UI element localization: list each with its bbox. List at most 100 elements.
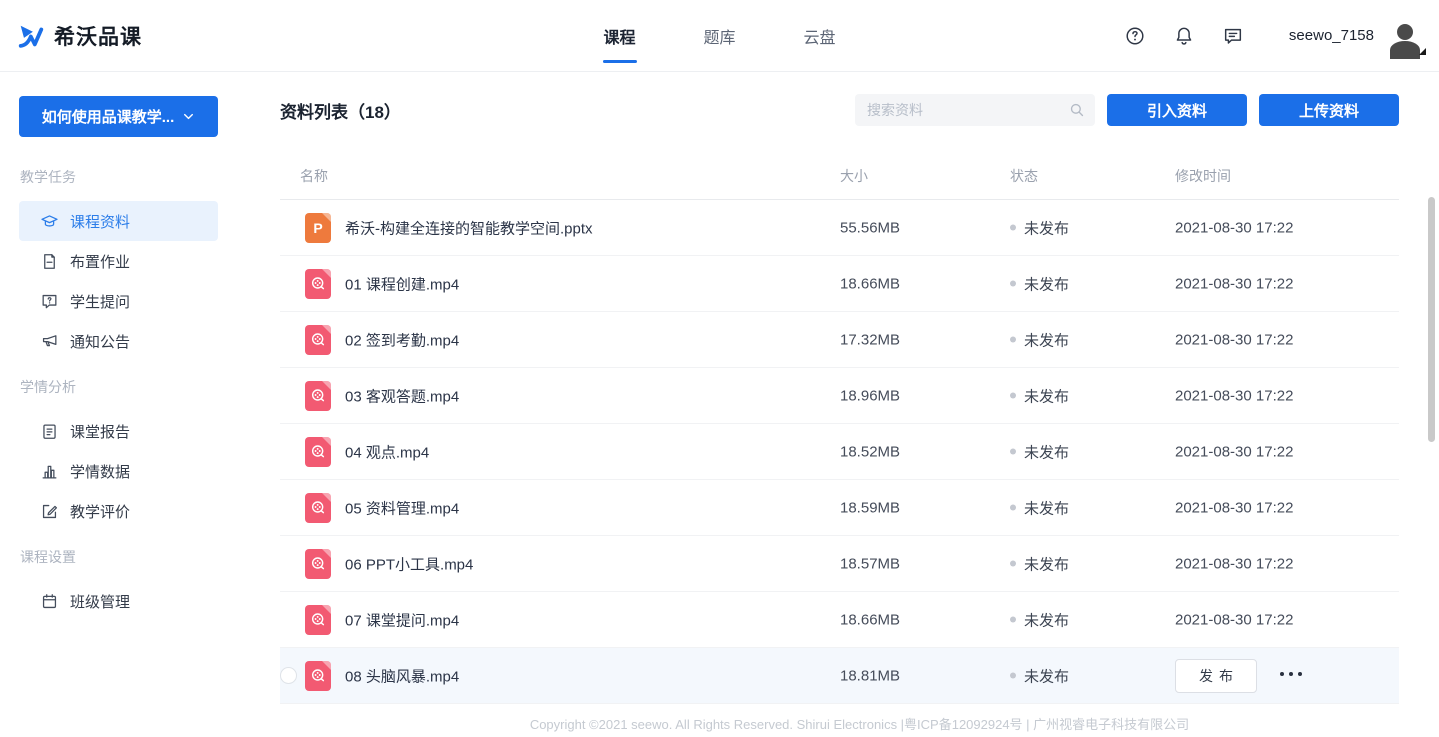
sidebar-item-class-reports[interactable]: 课堂报告 bbox=[19, 411, 218, 451]
column-size: 大小 bbox=[840, 166, 868, 186]
sidebar-item-label: 布置作业 bbox=[70, 251, 130, 272]
sidebar-item-label: 通知公告 bbox=[70, 331, 130, 352]
video-file-icon bbox=[305, 493, 331, 523]
toolbar: 引入资料 上传资料 bbox=[855, 94, 1399, 126]
modified-time: 2021-08-30 17:22 bbox=[1175, 555, 1293, 572]
chevron-down-icon bbox=[182, 110, 195, 123]
table-row[interactable]: 08 头脑风暴.mp418.81MB未发布发布 bbox=[280, 648, 1399, 704]
search-input[interactable] bbox=[855, 94, 1095, 126]
sidebar-item-label: 班级管理 bbox=[70, 591, 130, 612]
file-size: 18.52MB bbox=[840, 443, 900, 460]
status-badge: 未发布 bbox=[1010, 441, 1069, 462]
top-header: 希沃品课 课程题库云盘 seewo_7158 bbox=[0, 0, 1439, 72]
column-status: 状态 bbox=[1010, 166, 1038, 186]
tab-cloud-drive[interactable]: 云盘 bbox=[804, 0, 836, 72]
video-file-icon bbox=[305, 549, 331, 579]
course-switch-label: 如何使用品课教学... bbox=[42, 106, 175, 127]
search-box bbox=[855, 94, 1095, 126]
status-badge: 未发布 bbox=[1010, 665, 1069, 686]
file-name: 04 观点.mp4 bbox=[345, 441, 429, 462]
materials-table: 名称 大小 状态 修改时间 P希沃-构建全连接的智能教学空间.pptx55.56… bbox=[280, 154, 1399, 704]
video-file-icon bbox=[305, 437, 331, 467]
sidebar-item-class-management[interactable]: 班级管理 bbox=[19, 581, 218, 621]
file-name: 05 资料管理.mp4 bbox=[345, 497, 459, 518]
file-name: 02 签到考勤.mp4 bbox=[345, 329, 459, 350]
sidebar-item-label: 课堂报告 bbox=[70, 421, 130, 442]
table-row[interactable]: 05 资料管理.mp4 18.59MB 未发布 2021-08-30 17:22 bbox=[280, 480, 1399, 536]
publish-button[interactable]: 发布 bbox=[1175, 659, 1257, 693]
file-name: 03 客观答题.mp4 bbox=[345, 385, 459, 406]
status-badge: 未发布 bbox=[1010, 609, 1069, 630]
course-switch-button[interactable]: 如何使用品课教学... bbox=[19, 96, 218, 137]
vertical-scrollbar[interactable] bbox=[1428, 197, 1435, 442]
table-row[interactable]: 04 观点.mp418.52MB未发布2021-08-30 17:22 bbox=[280, 424, 1399, 480]
tab-courses[interactable]: 课程 bbox=[603, 0, 635, 72]
file-name: 06 PPT小工具.mp4 bbox=[345, 553, 473, 574]
main-content: 资料列表（18） 引入资料 上传资料 名称 大小 状态 修改时间 P希沃-构建全… bbox=[280, 72, 1439, 737]
table-row[interactable]: 02 签到考勤.mp417.32MB未发布2021-08-30 17:22 bbox=[280, 312, 1399, 368]
bar-chart-icon bbox=[40, 462, 59, 481]
graduation-cap-icon bbox=[40, 212, 59, 231]
avatar-dropdown-caret-icon bbox=[1419, 48, 1426, 55]
sidebar-item-announcements[interactable]: 通知公告 bbox=[19, 321, 218, 361]
megaphone-icon bbox=[40, 332, 59, 351]
table-row[interactable]: 01 课程创建.mp418.66MB未发布2021-08-30 17:22 bbox=[280, 256, 1399, 312]
sidebar-item-learning-data[interactable]: 学情数据 bbox=[19, 451, 218, 491]
table-header: 名称 大小 状态 修改时间 bbox=[280, 154, 1399, 200]
modified-time: 2021-08-30 17:22 bbox=[1175, 387, 1293, 404]
table-row[interactable]: P希沃-构建全连接的智能教学空间.pptx55.56MB未发布2021-08-3… bbox=[280, 200, 1399, 256]
sidebar-item-label: 课程资料 bbox=[70, 211, 130, 232]
file-size: 18.96MB bbox=[840, 387, 900, 404]
message-icon[interactable] bbox=[1222, 25, 1244, 47]
username[interactable]: seewo_7158 bbox=[1289, 27, 1374, 44]
sidebar-section-label: 教学任务 bbox=[20, 167, 248, 187]
file-name: 希沃-构建全连接的智能教学空间.pptx bbox=[345, 217, 593, 238]
file-size: 18.59MB bbox=[840, 499, 900, 516]
table-row[interactable]: 03 客观答题.mp4 18.96MB 未发布 2021-08-30 17:22 bbox=[280, 368, 1399, 424]
calendar-icon bbox=[40, 592, 59, 611]
nav-tabs: 课程题库云盘 bbox=[603, 0, 835, 72]
avatar[interactable] bbox=[1386, 17, 1424, 55]
status-badge: 未发布 bbox=[1010, 217, 1069, 238]
status-badge: 未发布 bbox=[1010, 497, 1069, 518]
sidebar-item-assign-homework[interactable]: 布置作业 bbox=[19, 241, 218, 281]
file-size: 18.66MB bbox=[840, 611, 900, 628]
app-logo[interactable]: 希沃品课 bbox=[16, 21, 142, 51]
sidebar-section-label: 学情分析 bbox=[20, 377, 248, 397]
seewo-logo-icon bbox=[16, 21, 46, 51]
row-checkbox[interactable] bbox=[280, 667, 297, 684]
edit-icon bbox=[40, 502, 59, 521]
status-badge: 未发布 bbox=[1010, 553, 1069, 574]
sidebar-item-course-materials[interactable]: 课程资料 bbox=[19, 201, 218, 241]
table-row[interactable]: 07 课堂提问.mp4 18.66MB 未发布 2021-08-30 17:22 bbox=[280, 592, 1399, 648]
sidebar-item-teaching-evaluation[interactable]: 教学评价 bbox=[19, 491, 218, 531]
sidebar: 如何使用品课教学... 教学任务课程资料布置作业学生提问通知公告学情分析课堂报告… bbox=[0, 72, 248, 737]
video-file-icon bbox=[305, 325, 331, 355]
file-name: 01 课程创建.mp4 bbox=[345, 273, 459, 294]
import-materials-button[interactable]: 引入资料 bbox=[1107, 94, 1247, 126]
file-name: 07 课堂提问.mp4 bbox=[345, 609, 459, 630]
file-size: 17.32MB bbox=[840, 331, 900, 348]
bell-icon[interactable] bbox=[1173, 25, 1195, 47]
document-icon bbox=[40, 252, 59, 271]
modified-time: 2021-08-30 17:22 bbox=[1175, 611, 1293, 628]
modified-time: 2021-08-30 17:22 bbox=[1175, 331, 1293, 348]
help-icon[interactable] bbox=[1124, 25, 1146, 47]
modified-time: 2021-08-30 17:22 bbox=[1175, 219, 1293, 236]
upload-materials-button[interactable]: 上传资料 bbox=[1259, 94, 1399, 126]
file-size: 18.81MB bbox=[840, 667, 900, 684]
sidebar-item-label: 学情数据 bbox=[70, 461, 130, 482]
report-icon bbox=[40, 422, 59, 441]
tab-question-bank[interactable]: 题库 bbox=[703, 0, 735, 72]
modified-time: 2021-08-30 17:22 bbox=[1175, 499, 1293, 516]
search-icon[interactable] bbox=[1068, 101, 1086, 119]
sidebar-item-label: 教学评价 bbox=[70, 501, 130, 522]
table-row[interactable]: 06 PPT小工具.mp418.57MB未发布2021-08-30 17:22 bbox=[280, 536, 1399, 592]
video-file-icon bbox=[305, 381, 331, 411]
status-badge: 未发布 bbox=[1010, 273, 1069, 294]
video-file-icon bbox=[305, 661, 331, 691]
status-badge: 未发布 bbox=[1010, 385, 1069, 406]
more-actions-icon[interactable] bbox=[1280, 672, 1302, 676]
footer-copyright: Copyright ©2021 seewo. All Rights Reserv… bbox=[280, 714, 1439, 733]
sidebar-item-student-questions[interactable]: 学生提问 bbox=[19, 281, 218, 321]
